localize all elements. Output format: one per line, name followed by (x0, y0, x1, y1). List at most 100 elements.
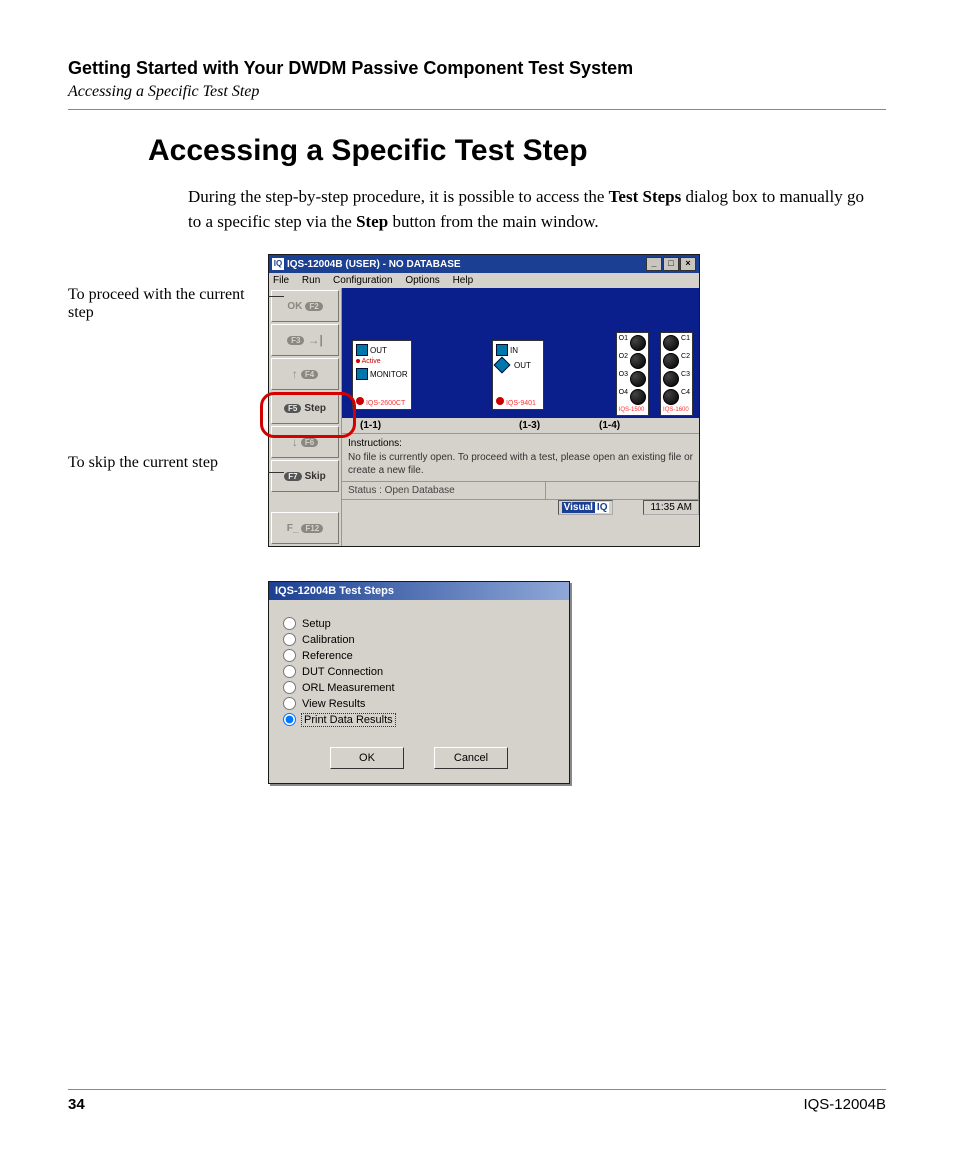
app-title: IQS-12004B (USER) - NO DATABASE (287, 259, 461, 270)
opt-dut-connection[interactable]: DUT Connection (283, 665, 555, 678)
instructions-text: No file is currently open. To proceed wi… (348, 451, 693, 477)
step-button[interactable]: F5 Step (271, 392, 339, 424)
slot-1-4: (1-4) (599, 420, 699, 431)
module-2600ct[interactable]: OUT Active MONITOR IQS-2600CT (352, 340, 412, 410)
knob-icon (630, 371, 646, 387)
module2-out: OUT (514, 361, 531, 370)
page-footer: 34 IQS-12004B (68, 1089, 886, 1113)
dialog-cancel-button[interactable]: Cancel (434, 747, 508, 769)
opt-view-results[interactable]: View Results (283, 697, 555, 710)
module-canvas: OUT Active MONITOR IQS-2600CT IN OUT IQS… (342, 288, 699, 418)
opt-dut-label: DUT Connection (302, 666, 383, 678)
brand-iq: IQ (595, 502, 610, 513)
opt-setup-label: Setup (302, 618, 331, 630)
module2-in: IN (510, 346, 518, 355)
clock: 11:35 AM (643, 500, 699, 515)
module-1600[interactable]: C1 C2 C3 C4 IQS-1600 (660, 332, 693, 416)
slot-1-1: (1-1) (342, 420, 460, 431)
footer-model: IQS-12004B (803, 1096, 886, 1113)
knob-icon (630, 389, 646, 405)
knob-icon (630, 335, 646, 351)
o3: O3 (619, 371, 628, 387)
c2: C2 (681, 353, 690, 369)
close-button[interactable]: × (680, 257, 696, 271)
menu-run[interactable]: Run (302, 275, 320, 286)
knob-icon (663, 389, 679, 405)
ok-button[interactable]: OK F2 (271, 290, 339, 322)
app-window: IQ IQS-12004B (USER) - NO DATABASE _□× F… (268, 254, 700, 547)
skip-label: Skip (305, 471, 326, 482)
menu-options[interactable]: Options (405, 275, 439, 286)
opt-orl-measurement[interactable]: ORL Measurement (283, 681, 555, 694)
f-blank-label: F_ (287, 523, 299, 534)
opt-print-label: Print Data Results (302, 714, 395, 726)
page-heading: Accessing a Specific Test Step (148, 134, 886, 168)
callout-proceed: To proceed with the current step (68, 286, 268, 322)
knob-icon (663, 353, 679, 369)
minimize-button[interactable]: _ (646, 257, 662, 271)
opt-reference[interactable]: Reference (283, 649, 555, 662)
menu-help[interactable]: Help (453, 275, 474, 286)
f7-key-icon: F7 (284, 472, 301, 481)
dialog-ok-button[interactable]: OK (330, 747, 404, 769)
opt-view-label: View Results (302, 698, 365, 710)
module1-out: OUT (370, 346, 387, 355)
menu-file[interactable]: File (273, 275, 289, 286)
body-paragraph: During the step-by-step procedure, it is… (188, 185, 876, 234)
module1-monitor: MONITOR (370, 370, 408, 379)
maximize-button[interactable]: □ (663, 257, 679, 271)
instructions-label: Instructions: (348, 438, 693, 449)
knob-icon (663, 371, 679, 387)
arrow-right-icon: →| (307, 333, 322, 347)
led-icon (496, 397, 504, 405)
f2-key-icon: F2 (305, 302, 322, 311)
opt-setup[interactable]: Setup (283, 617, 555, 630)
c3: C3 (681, 371, 690, 387)
status-bar: Status : Open Database (342, 481, 699, 499)
body-text-e: button from the main window. (388, 212, 598, 231)
module1-active: Active (362, 358, 381, 365)
c1: C1 (681, 335, 690, 351)
o4: O4 (619, 389, 628, 405)
next-button[interactable]: F3 →| (271, 324, 339, 356)
status-text: Status : Open Database (342, 482, 546, 499)
module2-foot: IQS-9401 (506, 400, 536, 407)
body-bold-test-steps: Test Steps (609, 187, 682, 206)
step-label: Step (304, 403, 326, 414)
down-button[interactable]: ↓ F6 (271, 426, 339, 458)
up-button[interactable]: ↑ F4 (271, 358, 339, 390)
f-blank-button[interactable]: F_ F12 (271, 512, 339, 544)
slot-labels: (1-1) (1-3) (1-4) (342, 418, 699, 433)
f12-key-icon: F12 (301, 524, 323, 533)
test-steps-dialog: IQS-12004B Test Steps Setup Calibration … (268, 581, 570, 784)
opt-calibration[interactable]: Calibration (283, 633, 555, 646)
brand-bar: VisualIQ 11:35 AM (342, 499, 699, 515)
f4-key-icon: F4 (301, 370, 318, 379)
connector-icon (496, 344, 508, 356)
opt-orl-label: ORL Measurement (302, 682, 395, 694)
f3-key-icon: F3 (287, 336, 304, 345)
slot-1-3: (1-3) (460, 420, 599, 431)
opt-calibration-label: Calibration (302, 634, 355, 646)
knob-icon (630, 353, 646, 369)
f5-key-icon: F5 (284, 404, 301, 413)
visual-iq-logo: VisualIQ (558, 500, 614, 515)
opt-print-data-results[interactable]: Print Data Results (283, 713, 555, 726)
skip-button[interactable]: F7 Skip (271, 460, 339, 492)
led-icon (356, 397, 364, 405)
connector-icon (356, 344, 368, 356)
arrow-down-icon: ↓ (292, 435, 298, 449)
app-titlebar: IQ IQS-12004B (USER) - NO DATABASE _□× (269, 255, 699, 273)
body-bold-step: Step (356, 212, 388, 231)
o1: O1 (619, 335, 628, 351)
module-9401[interactable]: IN OUT IQS-9401 (492, 340, 544, 410)
instructions-panel: Instructions: No file is currently open.… (342, 433, 699, 481)
callout-line-skip (268, 472, 284, 473)
module-1500-foot: IQS-1500 (619, 407, 646, 413)
body-text-a: During the step-by-step procedure, it is… (188, 187, 609, 206)
menu-configuration[interactable]: Configuration (333, 275, 392, 286)
knob-icon (663, 335, 679, 351)
arrow-up-icon: ↑ (292, 367, 298, 381)
active-led-icon (356, 359, 360, 363)
module-1500[interactable]: O1 O2 O3 O4 IQS-1500 (616, 332, 649, 416)
